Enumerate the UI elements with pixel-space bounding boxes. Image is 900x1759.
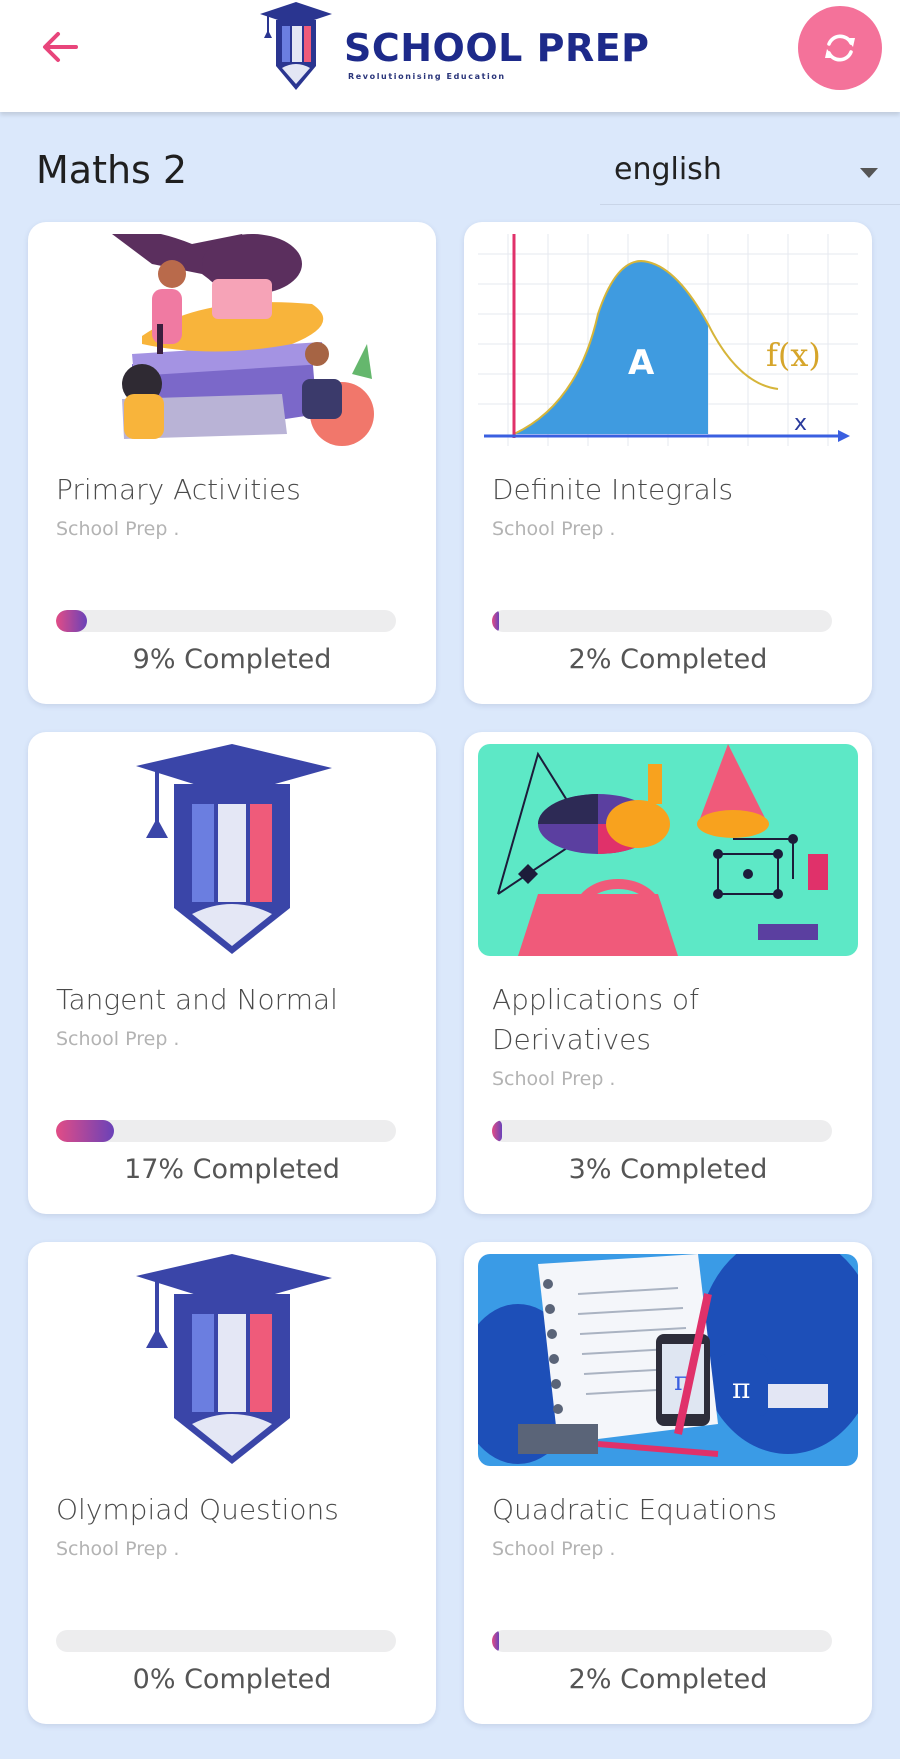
progress-bar [56, 1120, 396, 1142]
school-prep-logo [42, 1254, 422, 1466]
course-card-quadratic-equations[interactable]: π π Quadratic Equations School Prep . 2%… [464, 1242, 872, 1724]
progress-label: 17% Completed [124, 1154, 340, 1185]
progress-fill [492, 610, 499, 632]
progress-label: 0% Completed [132, 1664, 332, 1695]
area-label: A [628, 343, 655, 383]
course-card-olympiad-questions[interactable]: Olympiad Questions School Prep . 0% Comp… [28, 1242, 436, 1724]
progress-label: 9% Completed [132, 644, 332, 675]
course-card-tangent-and-normal[interactable]: Tangent and Normal School Prep . 17% Com… [28, 732, 436, 1214]
language-value: english [614, 152, 722, 187]
course-title: Applications of Derivatives [492, 983, 699, 1056]
course-provider: School Prep . [56, 1538, 180, 1560]
progress-fill [56, 1120, 114, 1142]
back-button[interactable] [36, 22, 92, 72]
school-prep-logo [42, 744, 422, 956]
app-header: SCHOOL PREP Revolutionising Education [0, 0, 900, 112]
progress-bar [56, 1630, 396, 1652]
course-provider: School Prep . [56, 1028, 180, 1050]
graduation-pencil-icon [260, 2, 332, 90]
page-title: Maths 2 [36, 148, 188, 192]
brand-tagline: Revolutionising Education [348, 72, 506, 81]
progress-label: 2% Completed [568, 644, 768, 675]
progress-bar [492, 1630, 832, 1652]
caret-down-icon [860, 168, 878, 178]
course-title: Tangent and Normal [56, 983, 338, 1016]
brand-logo: SCHOOL PREP Revolutionising Education [256, 0, 656, 100]
course-title: Definite Integrals [492, 473, 734, 506]
course-card-applications-of-derivatives[interactable]: Applications of Derivatives School Prep … [464, 732, 872, 1214]
pi-mug-symbol: π [732, 1372, 750, 1405]
progress-bar [492, 610, 832, 632]
course-provider: School Prep . [56, 518, 180, 540]
progress-bar [56, 610, 396, 632]
arrow-left-icon [43, 32, 78, 62]
area-under-curve-graph: A f(x) x [478, 234, 858, 446]
course-title: Olympiad Questions [56, 1493, 339, 1526]
course-card-primary-activities[interactable]: Primary Activities School Prep . 9% Comp… [28, 222, 436, 704]
course-card-definite-integrals[interactable]: A f(x) x Definite Integrals School Prep … [464, 222, 872, 704]
language-dropdown[interactable]: english [600, 146, 890, 196]
progress-fill [56, 610, 87, 632]
course-provider: School Prep . [492, 1538, 616, 1560]
dropdown-divider [600, 204, 900, 205]
course-subbar: Maths 2 english [0, 112, 900, 208]
geometry-shapes-illustration [478, 744, 858, 956]
course-provider: School Prep . [492, 1068, 616, 1090]
axis-label: x [794, 411, 807, 436]
progress-bar [492, 1120, 832, 1142]
progress-label: 2% Completed [568, 1664, 768, 1695]
course-provider: School Prep . [492, 518, 616, 540]
reading-kids-illustration [42, 234, 422, 446]
course-title: Primary Activities [56, 473, 301, 506]
refresh-icon [825, 34, 855, 62]
progress-fill [492, 1120, 503, 1142]
notebook-pi-mug-illustration: π π [478, 1254, 858, 1466]
brand-title: SCHOOL PREP [344, 26, 650, 70]
progress-fill [492, 1630, 499, 1652]
course-title: Quadratic Equations [492, 1493, 778, 1526]
progress-label: 3% Completed [568, 1154, 768, 1185]
function-label: f(x) [766, 336, 821, 374]
refresh-button[interactable] [798, 6, 882, 90]
